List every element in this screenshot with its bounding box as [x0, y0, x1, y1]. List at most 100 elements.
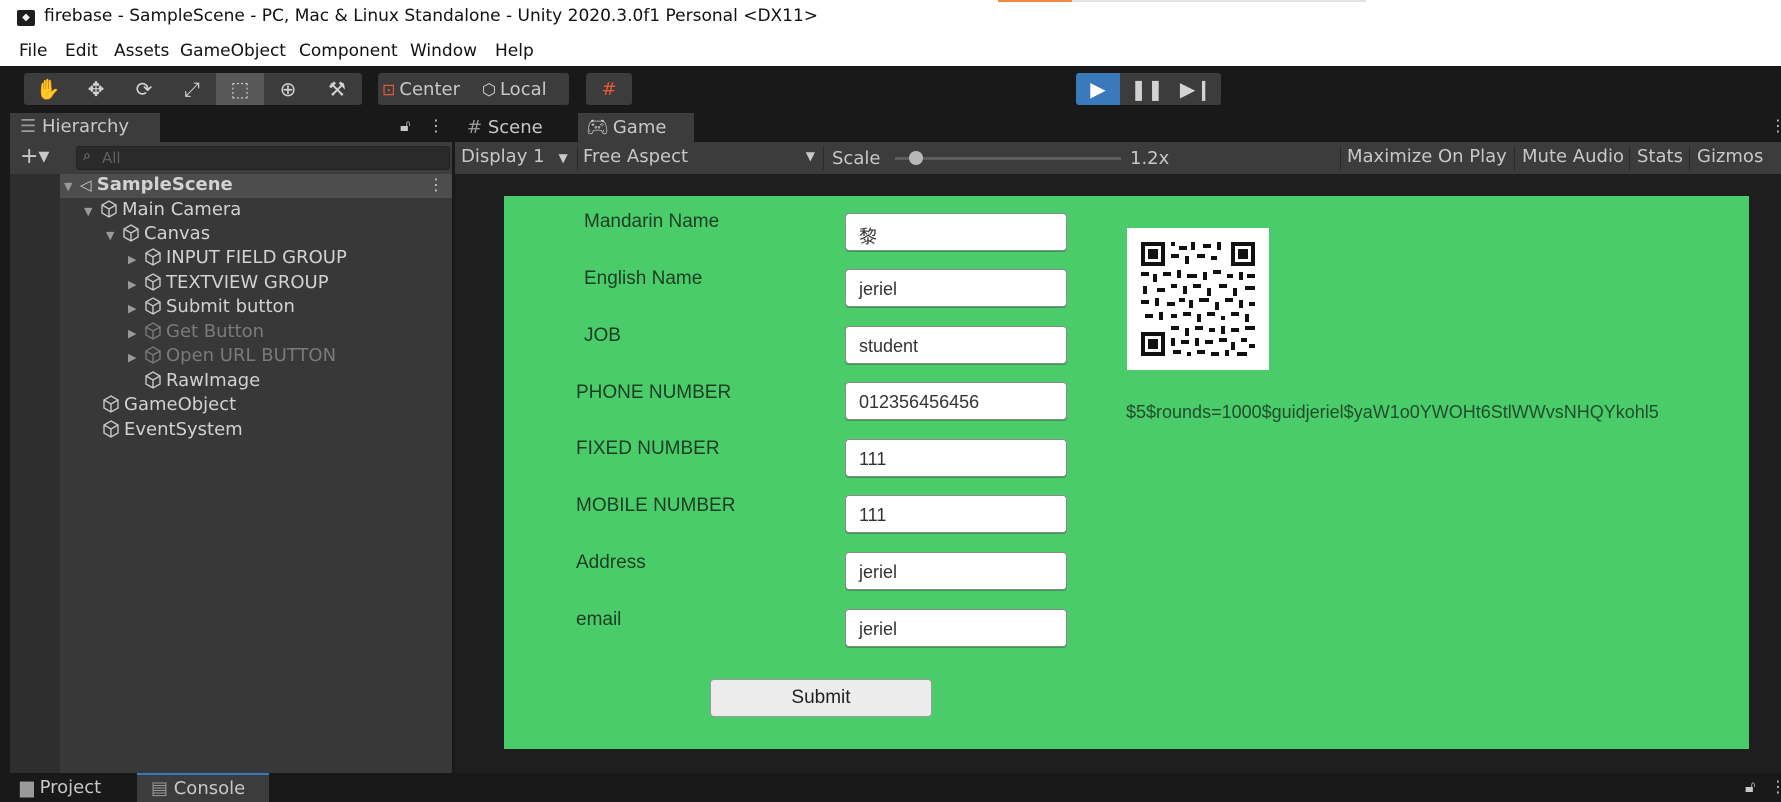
fixed-number-field[interactable]: 111 [845, 439, 1067, 477]
grid-snap-icon[interactable]: # [586, 73, 632, 105]
gameobject-cube-icon [145, 273, 161, 291]
mobile-number-field[interactable]: 111 [845, 495, 1067, 533]
form-label: PHONE NUMBER [576, 382, 732, 403]
play-icon[interactable]: ▶ [1076, 73, 1120, 105]
window-title: firebase - SampleScene - PC, Mac & Linux… [44, 6, 819, 26]
gameobject-cube-icon [103, 420, 119, 438]
tab-scene[interactable]: # Scene [467, 113, 543, 142]
gameobject-cube-icon [123, 224, 139, 242]
gameobject-cube-icon [101, 200, 117, 218]
toolbar-separator [1514, 146, 1515, 170]
expand-arrow-icon: ▼ [64, 180, 73, 193]
title-accent-2 [1072, 0, 1366, 2]
expand-arrow-icon: ▼ [106, 229, 115, 242]
hierarchy-item-disabled[interactable]: ▶ Open URL BUTTON [128, 344, 336, 368]
hierarchy-item[interactable]: ▶ Submit button [128, 295, 295, 319]
aspect-dropdown[interactable]: Free Aspect ▼ [583, 146, 815, 167]
menu-help[interactable]: Help [495, 41, 534, 61]
gameobject-cube-icon [145, 248, 161, 266]
lock-icon[interactable]: 🔓︎ [400, 116, 410, 136]
scale-slider[interactable] [895, 157, 1121, 160]
mandarin-name-field[interactable]: 黎 [845, 213, 1067, 251]
hierarchy-item[interactable]: RawImage [144, 369, 260, 393]
stats-button[interactable]: Stats [1637, 146, 1683, 167]
folder-icon: ▆ [20, 777, 40, 798]
hierarchy-search-input[interactable]: ⌕ All [76, 146, 450, 170]
menu-file[interactable]: File [19, 41, 47, 61]
menu-gameobject[interactable]: GameObject [180, 41, 286, 61]
rotate-tool-icon[interactable]: ⟳ [120, 73, 168, 105]
custom-tool-icon[interactable]: ⚒ [312, 73, 362, 105]
menu-assets[interactable]: Assets [114, 41, 169, 61]
tab-project[interactable]: ▆ Project [20, 773, 101, 802]
pivot-toggles: ⊡ Center ⬡ Local [378, 73, 569, 105]
qr-code-image [1127, 228, 1269, 370]
rect-tool-icon[interactable]: ⬚ [216, 73, 264, 105]
email-field[interactable]: jeriel [845, 609, 1067, 647]
mute-audio-button[interactable]: Mute Audio [1522, 146, 1624, 167]
create-add-icon[interactable]: +▾ [20, 144, 49, 169]
collapse-arrow-icon: ▶ [128, 302, 137, 315]
title-accent [998, 0, 1072, 2]
gamepad-icon: 🎮︎ [586, 117, 609, 138]
pause-icon[interactable]: ❚❚ [1124, 73, 1170, 105]
hand-tool-icon[interactable]: ✋ [24, 73, 72, 105]
toolbar-separator [1340, 146, 1341, 170]
gameobject-cube-icon [145, 346, 161, 364]
left-edge [0, 66, 10, 802]
toolbar-separator [577, 146, 578, 170]
expand-arrow-icon: ▼ [84, 205, 93, 218]
chevron-down-icon: ▼ [805, 149, 815, 163]
panel-menu-icon[interactable]: ⋮ [1770, 777, 1781, 796]
address-field[interactable]: jeriel [845, 552, 1067, 590]
scale-slider-handle[interactable] [909, 151, 923, 165]
transform-tool-icon[interactable]: ⊕ [264, 73, 312, 105]
display-dropdown[interactable]: Display 1 ▼ [461, 146, 568, 167]
scale-label: Scale [832, 148, 881, 169]
hierarchy-item[interactable]: ▶ INPUT FIELD GROUP [128, 246, 347, 270]
submit-button[interactable]: Submit [710, 679, 932, 717]
english-name-field[interactable]: jeriel [845, 269, 1067, 307]
hierarchy-item[interactable]: GameObject [102, 393, 236, 417]
gameobject-cube-icon [145, 322, 161, 340]
scale-tool-icon[interactable]: ⤢ [168, 73, 216, 105]
move-tool-icon[interactable]: ✥ [72, 73, 120, 105]
pivot-icon: ⊡ [382, 79, 396, 99]
chevron-down-icon: ▼ [558, 151, 568, 165]
collapse-arrow-icon: ▶ [128, 351, 137, 364]
pivot-rotation-button[interactable]: ⬡ Local [482, 73, 568, 105]
hierarchy-item[interactable]: ▼ Main Camera [84, 198, 241, 222]
menu-window[interactable]: Window [410, 41, 477, 61]
lock-icon[interactable]: 🔓︎ [1745, 777, 1755, 797]
hierarchy-item[interactable]: ▶ TEXTVIEW GROUP [128, 271, 329, 295]
hierarchy-scene-row[interactable]: ▼ ◁ SampleScene [64, 173, 233, 197]
toolbar-separator [823, 146, 824, 170]
tab-hierarchy[interactable]: ☰ Hierarchy [10, 113, 160, 142]
tab-console[interactable]: ▤ Console [137, 773, 269, 802]
hash-output-text: $5$rounds=1000$guidjeriel$yaW1o0YWOHt6St… [1126, 402, 1659, 422]
panel-menu-icon[interactable]: ⋮ [428, 116, 444, 135]
hierarchy-item[interactable]: ▼ Canvas [106, 222, 210, 246]
step-icon[interactable]: ▶❙ [1172, 73, 1220, 105]
console-icon: ▤ [151, 778, 174, 799]
menu-edit[interactable]: Edit [65, 41, 98, 61]
maximize-on-play-button[interactable]: Maximize On Play [1347, 146, 1507, 167]
menu-component[interactable]: Component [299, 41, 398, 61]
view-menu-icon[interactable]: ⋮ [1770, 116, 1781, 135]
phone-number-field[interactable]: 012356456456 [845, 382, 1067, 420]
scene-menu-icon[interactable]: ⋮ [428, 175, 444, 194]
transform-tools: ✋ ✥ ⟳ ⤢ ⬚ ⊕ ⚒ [24, 73, 362, 105]
job-field[interactable]: student [845, 326, 1067, 364]
pivot-mode-button[interactable]: ⊡ Center [382, 73, 474, 105]
gizmos-button[interactable]: Gizmos [1697, 146, 1763, 167]
gameobject-cube-icon [103, 395, 119, 413]
collapse-arrow-icon: ▶ [128, 278, 137, 291]
form-label: JOB [584, 325, 621, 346]
grid-snap-group: # [586, 73, 632, 105]
tab-game[interactable]: 🎮︎ Game [578, 113, 694, 142]
hierarchy-item[interactable]: EventSystem [102, 418, 243, 442]
local-cube-icon: ⬡ [482, 79, 496, 99]
hierarchy-item-disabled[interactable]: ▶ Get Button [128, 320, 264, 344]
form-label: Address [576, 552, 646, 573]
form-label: email [576, 609, 622, 630]
